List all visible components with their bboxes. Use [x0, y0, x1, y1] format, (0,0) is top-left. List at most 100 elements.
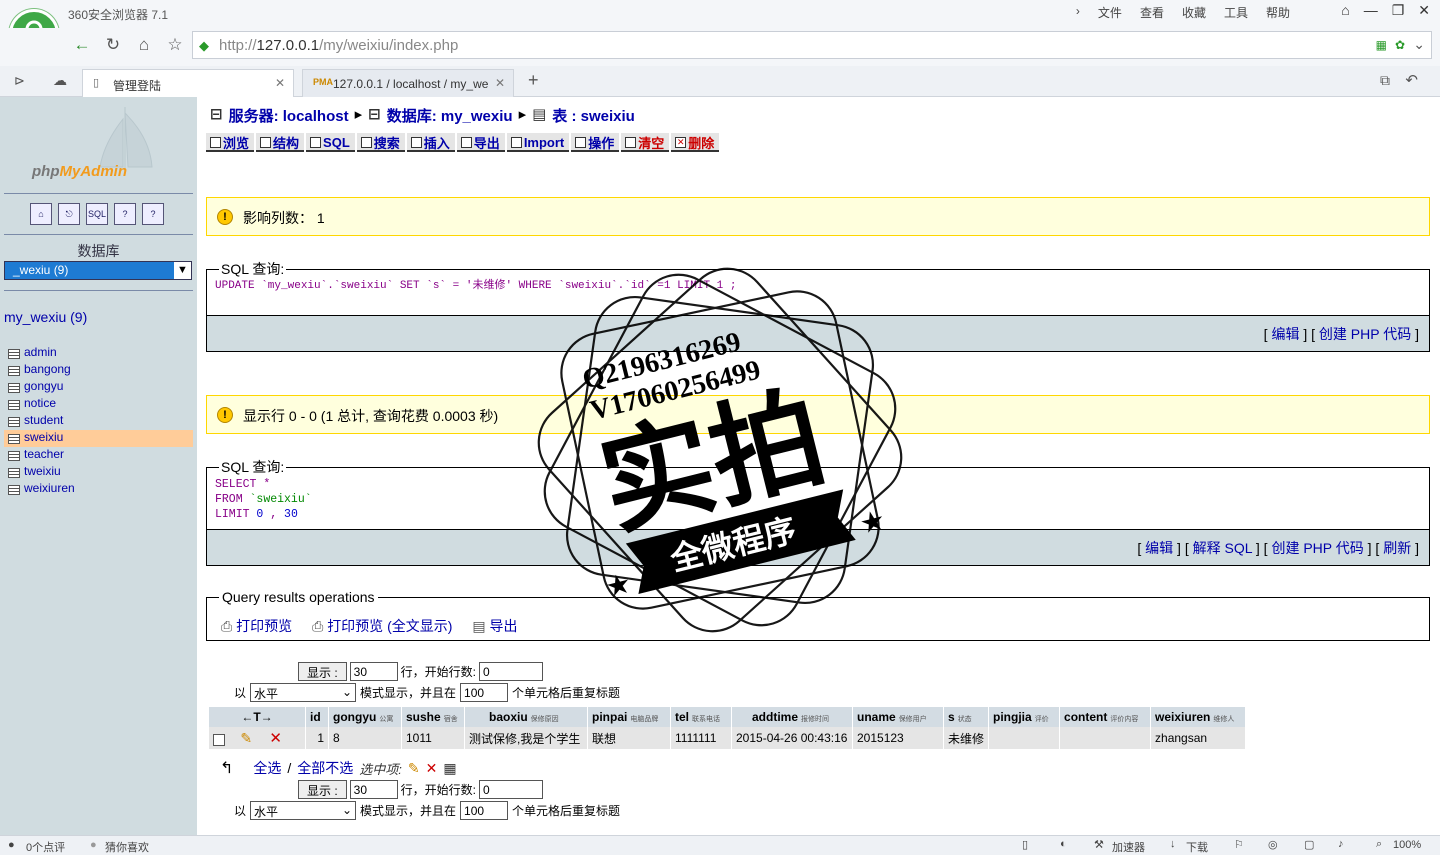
export-link[interactable]: ▤ 导出: [472, 616, 517, 636]
close-window-icon[interactable]: ✕: [1418, 2, 1430, 19]
sidebar-table-weixiuren[interactable]: weixiuren: [4, 481, 193, 498]
status-comments[interactable]: 0个点评: [26, 839, 65, 855]
sidebar-table-teacher[interactable]: teacher: [4, 447, 193, 464]
chevron-down-icon[interactable]: ⌄: [1413, 36, 1425, 53]
start-row-input[interactable]: [479, 662, 544, 681]
status-guess-you-like[interactable]: 猜你喜欢: [105, 839, 149, 855]
bulk-edit-icon[interactable]: ✎: [408, 760, 420, 777]
home-icon[interactable]: ⌂: [132, 33, 156, 57]
col-header-id[interactable]: id: [306, 707, 328, 727]
edit-link[interactable]: 编辑: [1271, 326, 1299, 342]
home-icon[interactable]: ⌂: [30, 203, 52, 225]
breadcrumb-table[interactable]: 表 : sweixiu: [552, 105, 635, 126]
speed-icon[interactable]: ◐: [1060, 838, 1067, 850]
accelerator-icon[interactable]: ⚒: [1094, 838, 1104, 851]
sidebar-table-admin[interactable]: admin: [4, 345, 193, 362]
tab-admin-login[interactable]: ▯ 管理登陆 ✕: [82, 69, 294, 97]
tab-list-icon[interactable]: ⧉: [1380, 72, 1390, 89]
mode-select[interactable]: 水平 ⌄: [250, 801, 357, 820]
flag-icon[interactable]: ⚐: [1234, 838, 1244, 851]
create-php-link[interactable]: 创建 PHP 代码: [1271, 540, 1363, 556]
favorite-star-icon[interactable]: ☆: [163, 33, 187, 57]
col-header-uname[interactable]: uname 保修用户: [853, 707, 943, 727]
refresh-icon[interactable]: ↻: [101, 33, 125, 57]
tab-export[interactable]: 导出: [456, 133, 505, 152]
tab-empty[interactable]: 清空: [621, 133, 670, 152]
show-button[interactable]: 显示 :: [298, 662, 347, 681]
window-icon[interactable]: ▢: [1304, 838, 1314, 851]
menu-tools[interactable]: 工具: [1224, 4, 1248, 21]
row-checkbox[interactable]: [213, 733, 225, 746]
back-icon[interactable]: ←: [70, 33, 94, 57]
close-tab-icon[interactable]: ✕: [495, 76, 505, 90]
leaf-icon[interactable]: ✿: [1395, 38, 1405, 52]
database-select[interactable]: _wexiu (9) ▼: [4, 261, 192, 280]
menu-file[interactable]: 文件: [1098, 4, 1122, 21]
skin-icon[interactable]: ⌂: [1341, 2, 1349, 19]
exit-icon[interactable]: ⎋: [58, 203, 80, 225]
database-title[interactable]: my_wexiu (9): [4, 309, 87, 325]
status-download[interactable]: 下载: [1186, 839, 1208, 855]
status-zoom[interactable]: 100%: [1393, 839, 1421, 851]
col-header-weixiuren[interactable]: weixiuren 维修人: [1151, 707, 1246, 727]
edit-pencil-icon[interactable]: ✎: [240, 730, 252, 746]
sidebar-toggle-icon[interactable]: ⊳: [14, 73, 25, 89]
refresh-link[interactable]: 刷新: [1383, 540, 1411, 556]
col-header-content[interactable]: content 评价内容: [1060, 707, 1151, 727]
status-accelerator[interactable]: 加速器: [1112, 839, 1145, 855]
breadcrumb-server[interactable]: 服务器: localhost: [229, 105, 349, 126]
new-tab-icon[interactable]: +: [528, 70, 539, 91]
zoom-icon[interactable]: ⌕: [1376, 838, 1382, 851]
menu-favorites[interactable]: 收藏: [1182, 4, 1206, 21]
check-all-link[interactable]: 全选: [253, 758, 281, 778]
sidebar-table-gongyu[interactable]: gongyu: [4, 379, 193, 396]
uncheck-all-link[interactable]: 全部不选: [297, 758, 353, 778]
bulk-delete-icon[interactable]: ✕: [426, 760, 438, 777]
ie-icon[interactable]: ◎: [1268, 838, 1278, 851]
sidebar-table-bangong[interactable]: bangong: [4, 362, 193, 379]
col-header-tel[interactable]: tel 联系电话: [671, 707, 731, 727]
bulk-export-icon[interactable]: ▦: [443, 760, 456, 777]
edit-link[interactable]: 编辑: [1145, 540, 1173, 556]
col-header-baoxiu[interactable]: baoxiu 保修原因: [465, 707, 587, 727]
qrcode-icon[interactable]: ▦: [1376, 38, 1387, 52]
menu-chevron-icon[interactable]: ›: [1076, 4, 1080, 21]
undo-close-icon[interactable]: ↶: [1405, 71, 1418, 89]
docs-icon[interactable]: ?: [142, 203, 164, 225]
volume-icon[interactable]: ♪: [1338, 838, 1344, 850]
col-header-pinpai[interactable]: pinpai 电脑品牌: [588, 707, 670, 727]
rows-input[interactable]: [349, 780, 398, 799]
repeat-headers-input[interactable]: [460, 683, 509, 702]
explain-sql-link[interactable]: 解释 SQL: [1193, 540, 1252, 556]
tab-sql[interactable]: SQL: [306, 133, 355, 152]
tab-browse[interactable]: 浏览: [206, 133, 255, 152]
create-php-link[interactable]: 创建 PHP 代码: [1319, 326, 1411, 342]
maximize-icon[interactable]: ❐: [1392, 2, 1405, 19]
close-tab-icon[interactable]: ✕: [275, 76, 285, 90]
col-header-addtime[interactable]: addtime 报修时间: [732, 707, 852, 727]
col-header-pingjia[interactable]: pingjia 评价: [989, 707, 1060, 727]
cloud-icon[interactable]: ☁: [53, 72, 67, 89]
minimize-icon[interactable]: —: [1364, 2, 1378, 19]
tab-search[interactable]: 搜索: [356, 133, 405, 152]
col-header-sushe[interactable]: sushe 宿舍: [402, 707, 464, 727]
menu-view[interactable]: 查看: [1140, 4, 1164, 21]
breadcrumb-database[interactable]: 数据库: my_wexiu: [387, 105, 513, 126]
sidebar-table-student[interactable]: student: [4, 413, 193, 430]
print-preview-full-link[interactable]: ⎙ 打印预览 (全文显示): [312, 616, 452, 636]
repeat-headers-input[interactable]: [460, 801, 509, 820]
sidebar-table-notice[interactable]: notice: [4, 396, 193, 413]
sidebar-table-sweixiu[interactable]: sweixiu: [4, 430, 193, 447]
col-header-gongyu[interactable]: gongyu 公寓: [329, 707, 401, 727]
tab-operations[interactable]: 操作: [571, 133, 620, 152]
delete-x-icon[interactable]: ✕: [269, 730, 282, 747]
menu-help[interactable]: 帮助: [1266, 4, 1290, 21]
col-header-s[interactable]: s 状态: [944, 707, 989, 727]
mobile-icon[interactable]: ▯: [1022, 838, 1028, 851]
print-preview-link[interactable]: ⎙ 打印预览: [221, 616, 292, 636]
tab-import[interactable]: Import: [506, 133, 570, 152]
download-icon[interactable]: ↓: [1170, 838, 1176, 850]
tab-structure[interactable]: 结构: [256, 133, 305, 152]
rows-input[interactable]: [349, 662, 398, 681]
pma-logo[interactable]: phpMyAdmin: [32, 163, 127, 180]
